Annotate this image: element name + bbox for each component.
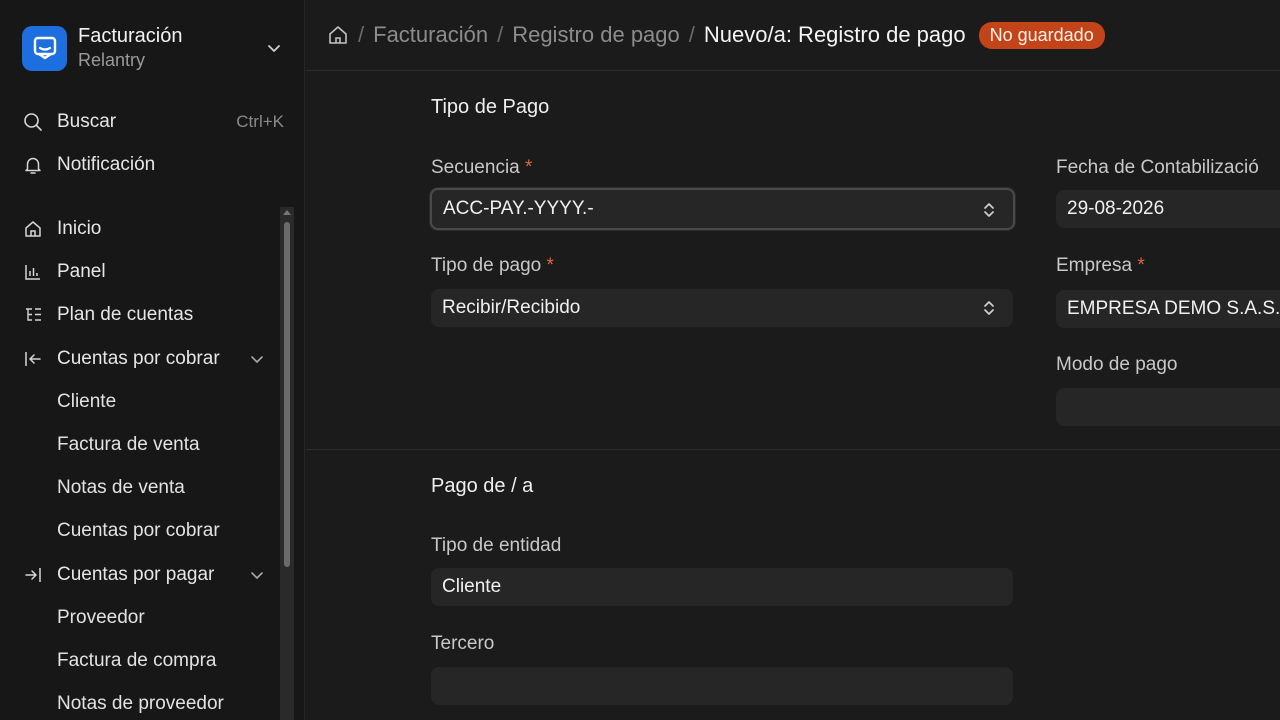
app-subtitle: Relantry <box>78 50 146 70</box>
field-label-text: Secuencia <box>431 157 520 178</box>
field-label-text: Tipo de pago <box>431 255 542 276</box>
required-mark: * <box>1137 255 1145 276</box>
app-logo-icon <box>22 25 67 71</box>
tree-list-icon <box>22 304 44 326</box>
breadcrumb-link[interactable]: Facturación <box>373 22 488 48</box>
notification-label: Notificación <box>57 154 156 175</box>
sidebar-item-notas-de-venta[interactable]: Notas de venta <box>57 472 185 504</box>
chevron-down-icon[interactable] <box>248 566 266 584</box>
bell-icon <box>22 154 44 176</box>
mode-of-payment-label: Modo de pago <box>1056 354 1178 375</box>
company-label: Empresa * <box>1056 255 1145 277</box>
sidebar-item-factura-de-compra[interactable]: Factura de compra <box>57 645 216 677</box>
company-input[interactable]: EMPRESA DEMO S.A.S. <box>1056 290 1280 328</box>
sidebar-item-label: Panel <box>57 261 106 282</box>
section-title-tipo-de-pago: Tipo de Pago <box>431 96 550 118</box>
party-type-input[interactable]: Cliente <box>431 568 1013 606</box>
naming-series-value: ACC-PAY.-YYYY.- <box>443 198 594 219</box>
mode-of-payment-input[interactable] <box>1056 388 1280 426</box>
breadcrumb-separator: / <box>358 22 365 47</box>
arrow-left-bar-icon <box>22 348 44 370</box>
status-badge: No guardado <box>978 21 1105 49</box>
sidebar-item-proveedor[interactable]: Proveedor <box>57 602 145 634</box>
scroll-up-arrow-icon[interactable] <box>283 210 291 215</box>
breadcrumb-separator: / <box>497 22 504 47</box>
app-switcher[interactable]: Facturación Relantry <box>22 24 284 72</box>
payment-type-value: Recibir/Recibido <box>442 297 581 318</box>
sidebar-item-panel[interactable]: Panel <box>22 256 284 288</box>
sidebar-item-cuentas-por-cobrar-sub[interactable]: Cuentas por cobrar <box>57 515 220 547</box>
sidebar-scroll-thumb[interactable] <box>284 222 290 567</box>
search-shortcut: Ctrl+K <box>236 112 284 131</box>
page-title: Nuevo/a: Registro de pago <box>703 22 966 47</box>
home-icon <box>22 218 44 240</box>
naming-series-label: Secuencia * <box>431 157 532 179</box>
sidebar-item-notas-de-proveedor[interactable]: Notas de proveedor <box>57 688 224 720</box>
select-updown-icon <box>984 301 994 315</box>
party-label: Tercero <box>431 633 495 654</box>
chevron-down-icon <box>268 45 280 52</box>
search-button[interactable]: Buscar Ctrl+K <box>22 106 284 138</box>
select-updown-icon <box>984 203 994 217</box>
sidebar-item-label: Cuentas por pagar <box>57 564 215 585</box>
posting-date-label: Fecha de Contabilizació <box>1056 157 1259 178</box>
sidebar-item-plan-de-cuentas[interactable]: Plan de cuentas <box>22 299 284 331</box>
sidebar-item-cuentas-por-pagar[interactable]: Cuentas por pagar <box>22 559 284 591</box>
required-mark: * <box>546 255 554 276</box>
field-label-text: Empresa <box>1056 255 1133 276</box>
breadcrumb-link[interactable]: Registro de pago <box>512 22 680 48</box>
sidebar: Facturación Relantry Buscar Ctrl+K Notif… <box>0 0 305 720</box>
posting-date-value: 29-08-2026 <box>1067 198 1165 219</box>
posting-date-input[interactable]: 29-08-2026 <box>1056 190 1280 228</box>
arrow-right-bar-icon <box>22 564 44 586</box>
sidebar-item-cliente[interactable]: Cliente <box>57 386 116 418</box>
section-title-pago-de-a: Pago de / a <box>431 475 534 497</box>
breadcrumb-separator: / <box>688 22 695 47</box>
naming-series-select[interactable]: ACC-PAY.-YYYY.- <box>430 188 1015 230</box>
sidebar-item-cuentas-por-cobrar[interactable]: Cuentas por cobrar <box>22 343 284 375</box>
sidebar-item-label: Cuentas por cobrar <box>57 348 220 369</box>
section-divider <box>306 449 1280 450</box>
sidebar-item-inicio[interactable]: Inicio <box>22 213 284 245</box>
party-type-value: Cliente <box>442 576 502 597</box>
sidebar-item-factura-de-venta[interactable]: Factura de venta <box>57 429 200 461</box>
notification-button[interactable]: Notificación <box>22 149 284 181</box>
party-type-label: Tipo de entidad <box>431 535 562 556</box>
home-icon[interactable] <box>327 24 349 46</box>
breadcrumb: / Facturación / Registro de pago / Nuevo… <box>306 0 1280 71</box>
party-input[interactable] <box>431 667 1013 705</box>
sidebar-item-label: Plan de cuentas <box>57 304 194 325</box>
chevron-down-icon[interactable] <box>248 350 266 368</box>
payment-type-select[interactable]: Recibir/Recibido <box>431 289 1013 327</box>
required-mark: * <box>525 157 533 178</box>
sidebar-item-label: Inicio <box>57 218 102 239</box>
bar-chart-icon <box>22 261 44 283</box>
search-label: Buscar <box>57 111 117 132</box>
app-title: Facturación <box>78 25 183 47</box>
search-icon <box>22 111 44 133</box>
company-value: EMPRESA DEMO S.A.S. <box>1067 298 1280 319</box>
payment-type-label: Tipo de pago * <box>431 255 554 277</box>
